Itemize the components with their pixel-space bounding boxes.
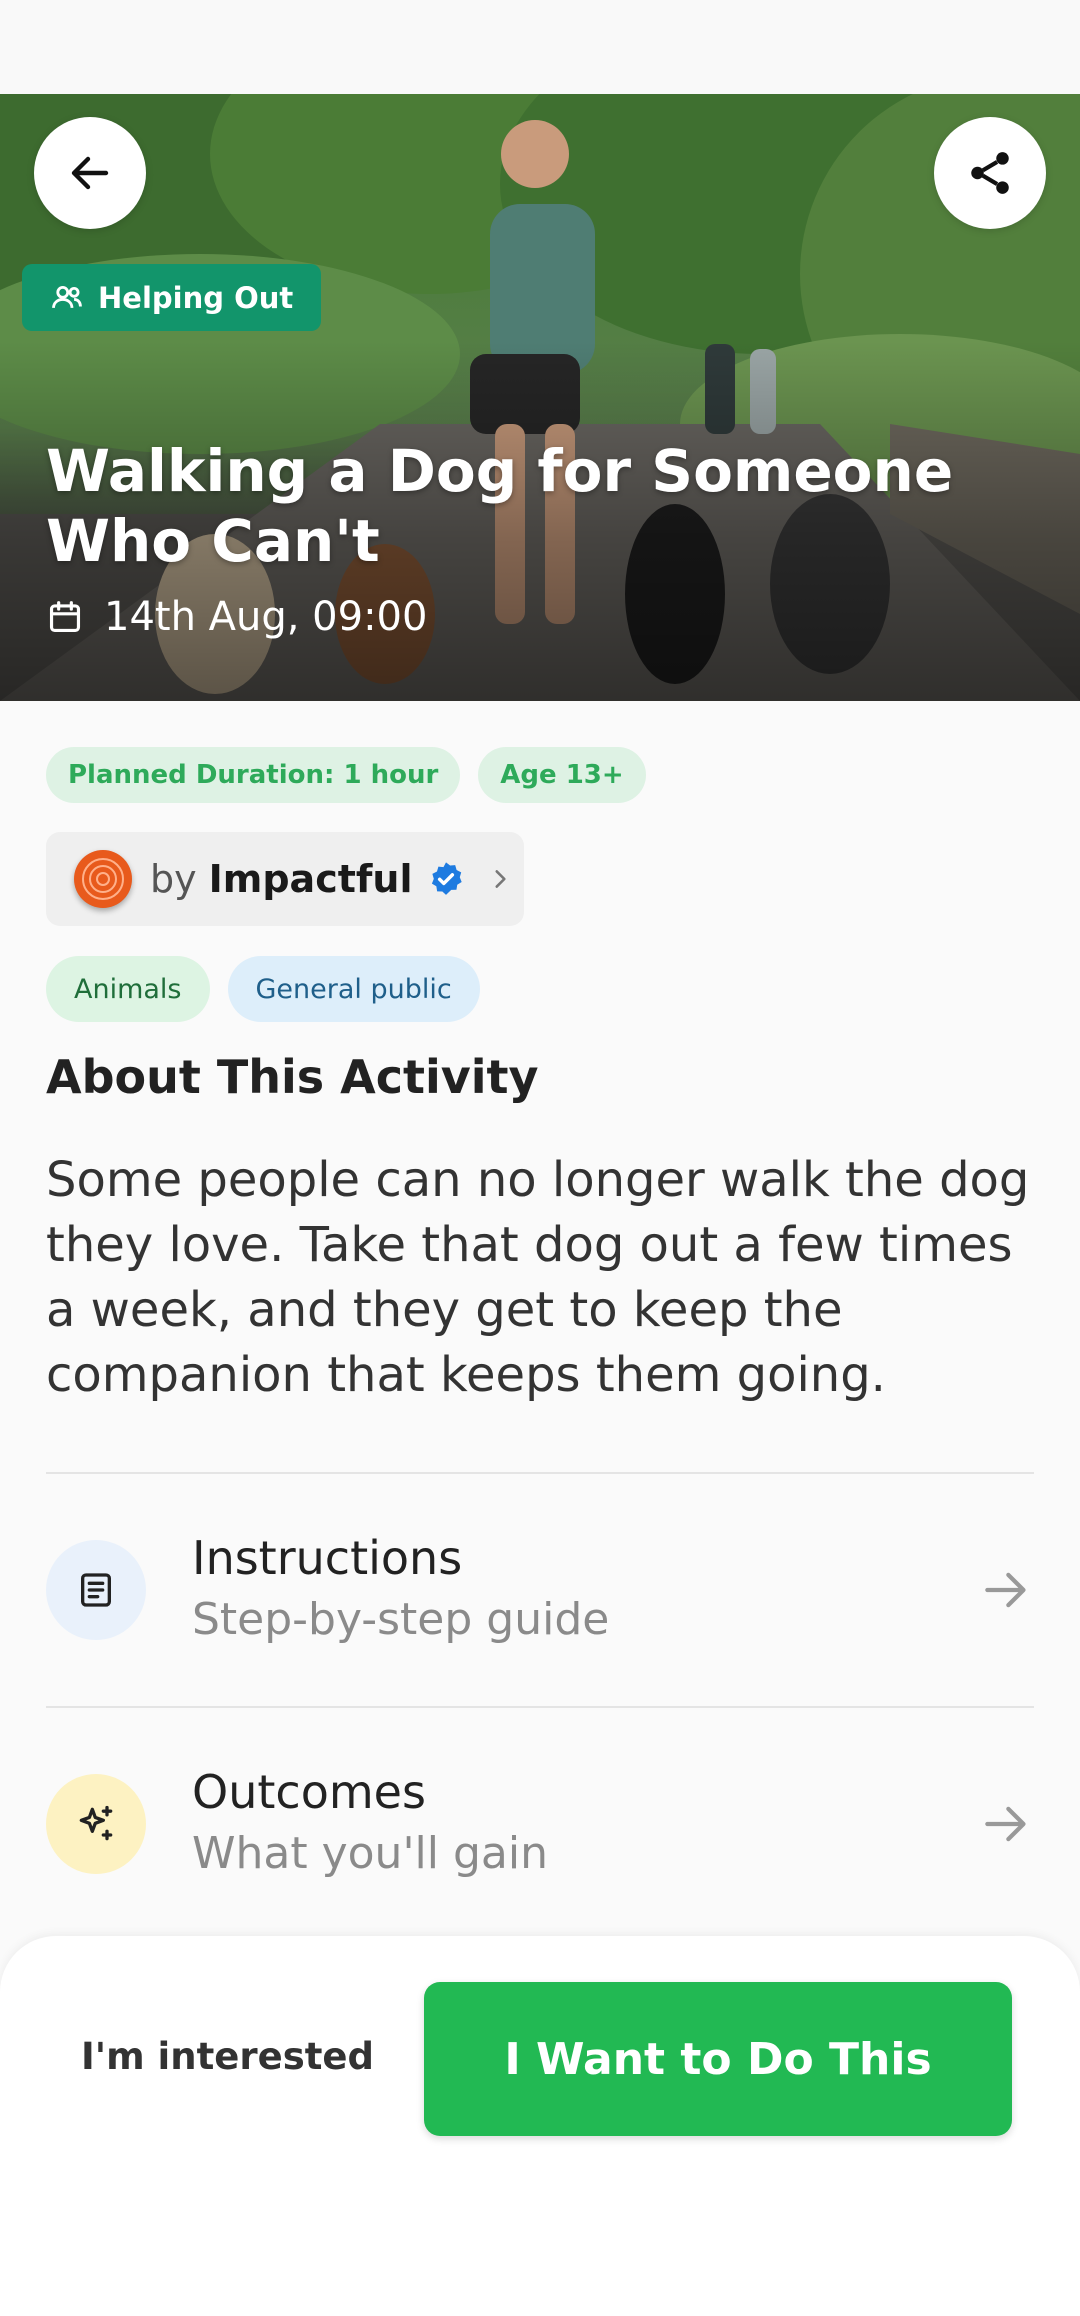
category-badge: Helping Out bbox=[22, 264, 322, 331]
sparkles-icon bbox=[79, 1805, 113, 1841]
arrow-right-icon bbox=[985, 1806, 1026, 1842]
tag-general-public[interactable]: General public bbox=[227, 956, 480, 1022]
instructions-text: Instructions Step-by-step guide bbox=[192, 1528, 978, 1652]
outcomes-icon-wrap bbox=[46, 1774, 146, 1874]
event-date-text: 14th Aug, 09:00 bbox=[104, 594, 428, 640]
divider bbox=[46, 1472, 1034, 1474]
interested-button[interactable]: I'm interested bbox=[60, 1994, 395, 2118]
document-icon bbox=[81, 1573, 111, 1607]
chevron-right-icon bbox=[494, 870, 506, 888]
category-label: Helping Out bbox=[98, 280, 294, 315]
status-bar-area bbox=[0, 0, 1080, 94]
instructions-subtitle: Step-by-step guide bbox=[192, 1594, 610, 1645]
verified-badge-icon bbox=[431, 862, 462, 895]
action-bar: I'm interested I Want to Do This bbox=[0, 1936, 1080, 2316]
about-description: Some people can no longer walk the dog t… bbox=[46, 1152, 1030, 1403]
tag-list: Animals General public bbox=[46, 956, 480, 1022]
target-icon bbox=[82, 858, 124, 900]
info-pills: Planned Duration: 1 hour Age 13+ bbox=[46, 747, 646, 803]
event-date: 14th Aug, 09:00 bbox=[46, 594, 427, 640]
outcomes-text: Outcomes What you'll gain bbox=[192, 1762, 978, 1886]
instructions-row[interactable]: Instructions Step-by-step guide bbox=[46, 1510, 1034, 1670]
page-title: Walking a Dog for Someone Who Can't bbox=[46, 437, 954, 575]
arrow-left-icon bbox=[71, 156, 109, 190]
hero-image: Helping Out Walking a Dog for Someone Wh… bbox=[0, 94, 1080, 701]
users-icon bbox=[52, 285, 82, 308]
calendar-icon bbox=[49, 601, 81, 633]
organizer-chip[interactable]: by Impactful bbox=[46, 832, 524, 926]
share-button[interactable] bbox=[934, 117, 1046, 229]
divider bbox=[46, 1706, 1034, 1708]
outcomes-title: Outcomes bbox=[192, 1765, 426, 1819]
organizer-logo bbox=[74, 850, 132, 908]
instructions-title: Instructions bbox=[192, 1531, 463, 1585]
want-to-do-this-button[interactable]: I Want to Do This bbox=[424, 1982, 1012, 2136]
back-button[interactable] bbox=[34, 117, 146, 229]
arrow-right-icon bbox=[985, 1572, 1026, 1608]
outcomes-row[interactable]: Outcomes What you'll gain bbox=[46, 1744, 1034, 1904]
outcomes-subtitle: What you'll gain bbox=[192, 1828, 548, 1879]
tag-animals[interactable]: Animals bbox=[46, 956, 210, 1022]
about-heading: About This Activity bbox=[46, 1050, 539, 1104]
instructions-icon-wrap bbox=[46, 1540, 146, 1640]
duration-pill: Planned Duration: 1 hour bbox=[46, 747, 461, 803]
share-icon bbox=[971, 152, 1009, 194]
organizer-prefix: by bbox=[150, 857, 197, 901]
age-pill: Age 13+ bbox=[478, 747, 646, 803]
organizer-name: Impactful bbox=[208, 857, 413, 901]
